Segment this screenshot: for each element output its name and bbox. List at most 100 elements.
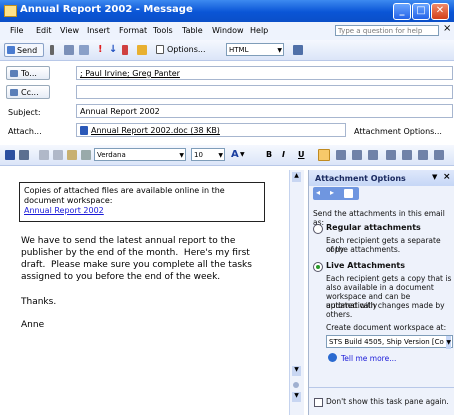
send-button[interactable]: Send (4, 43, 44, 57)
live-desc-5: others. (326, 310, 353, 319)
send-icon (7, 46, 15, 54)
permission-icon[interactable] (137, 45, 147, 55)
attach-label: Attach... (8, 127, 42, 136)
live-desc-1: Each recipient gets a copy that is (326, 274, 452, 283)
bulleted-list-icon[interactable] (402, 150, 412, 160)
menu-bar: File Edit View Insert Format Tools Table… (0, 22, 454, 41)
select-browse-object-icon[interactable] (293, 382, 299, 388)
chevron-down-icon: ▼ (446, 336, 451, 349)
menu-view[interactable]: View (60, 26, 79, 35)
help-question-input[interactable]: Type a question for help (335, 25, 439, 36)
justify-icon[interactable] (368, 150, 378, 160)
home-icon[interactable] (344, 189, 353, 198)
send-label: Send (17, 46, 38, 55)
font-name-select[interactable]: Verdana ▼ (94, 148, 186, 161)
workspace-notice-line1: Copies of attached files are available o… (24, 186, 225, 195)
attachment-link[interactable]: Annual Report 2002.doc (38 KB) (80, 126, 220, 135)
importance-high-icon[interactable]: ! (98, 43, 103, 57)
address-book-icon (10, 70, 18, 77)
toolbar-options-icon[interactable] (293, 45, 303, 55)
workspace-server-value: STS Build 4505, Ship Version [Co (329, 338, 444, 346)
regular-desc-2: of the attachments. (326, 245, 401, 254)
body-scrollbar[interactable]: ▲ ▼ ▼ (289, 170, 304, 415)
message-line-1: We have to send the latest annual report… (21, 236, 236, 246)
address-book-icon[interactable] (64, 45, 74, 55)
options-icon (156, 45, 164, 54)
style-icon[interactable] (81, 150, 91, 160)
subject-field[interactable]: Annual Report 2002 (76, 104, 453, 118)
copy-icon[interactable] (53, 150, 63, 160)
decrease-indent-icon[interactable] (418, 150, 428, 160)
dont-show-label[interactable]: Don't show this task pane again. (326, 397, 449, 406)
menu-tools[interactable]: Tools (153, 26, 173, 35)
live-attachments-label[interactable]: Live Attachments (326, 261, 405, 270)
formatting-toolbar: Verdana ▼ 10 ▼ A ▼ B I U (0, 145, 454, 166)
live-attachments-radio[interactable] (313, 262, 323, 272)
tell-me-more-link[interactable]: Tell me more... (341, 354, 396, 363)
to-label: To... (21, 69, 37, 78)
to-field[interactable]: ; Paul Irvine; Greg Panter (76, 66, 453, 80)
regular-attachments-radio[interactable] (313, 224, 323, 234)
cc-field[interactable] (76, 85, 453, 99)
close-button[interactable]: ✕ (431, 3, 449, 20)
close-document-icon[interactable]: × (443, 23, 451, 34)
cc-label: Cc... (21, 88, 39, 97)
standard-toolbar: Send ! ↓ Options... HTML ▼ (0, 40, 454, 61)
chevron-down-icon[interactable]: ▼ (432, 173, 437, 181)
increase-indent-icon[interactable] (434, 150, 444, 160)
menu-window[interactable]: Window (212, 26, 244, 35)
bold-button[interactable]: B (266, 148, 272, 162)
font-color-icon[interactable]: A (231, 148, 239, 162)
title-bar[interactable]: Annual Report 2002 - Message _ □ ✕ (0, 0, 454, 22)
font-name-value: Verdana (97, 151, 126, 159)
align-center-icon[interactable] (336, 150, 346, 160)
next-page-icon[interactable]: ▼ (292, 392, 301, 402)
scroll-down-icon[interactable]: ▼ (292, 366, 301, 376)
message-line-4: assigned to you before the end of the we… (21, 272, 221, 282)
live-desc-2: also available in a document (326, 283, 434, 292)
options-label: Options... (167, 45, 206, 54)
address-book-icon (10, 89, 18, 96)
align-right-icon[interactable] (352, 150, 362, 160)
underline-button[interactable]: U (298, 148, 305, 162)
follow-up-flag-icon[interactable] (122, 45, 128, 55)
chevron-down-icon[interactable]: ▼ (240, 148, 245, 162)
paste-icon[interactable] (67, 150, 77, 160)
italic-button[interactable]: I (282, 148, 285, 162)
menu-help[interactable]: Help (250, 26, 268, 35)
cut-icon[interactable] (39, 150, 49, 160)
importance-low-icon[interactable]: ↓ (109, 43, 117, 57)
message-line-2: publisher by the end of the month. Here'… (21, 248, 250, 258)
word-document-icon (80, 126, 88, 135)
numbered-list-icon[interactable] (386, 150, 396, 160)
workspace-server-select[interactable]: STS Build 4505, Ship Version [Co ▼ (326, 335, 453, 349)
close-icon[interactable]: × (443, 172, 451, 182)
attachment-options-link[interactable]: Attachment Options... (354, 127, 442, 136)
menu-table[interactable]: Table (182, 26, 203, 35)
attachment-field[interactable]: Annual Report 2002.doc (38 KB) (76, 123, 346, 137)
menu-file[interactable]: File (10, 26, 23, 35)
menu-edit[interactable]: Edit (36, 26, 52, 35)
menu-insert[interactable]: Insert (87, 26, 110, 35)
options-button[interactable]: Options... (155, 43, 215, 57)
cc-button[interactable]: Cc... (6, 85, 50, 99)
attach-file-icon[interactable] (50, 45, 54, 55)
font-size-select[interactable]: 10 ▼ (191, 148, 225, 161)
workspace-link[interactable]: Annual Report 2002 (24, 206, 260, 216)
save-icon[interactable] (5, 150, 15, 160)
create-workspace-label: Create document workspace at: (326, 323, 447, 332)
forward-icon[interactable]: ▸ (330, 188, 334, 197)
message-format-select[interactable]: HTML ▼ (226, 43, 284, 56)
align-left-icon[interactable] (318, 149, 330, 161)
maximize-button[interactable]: □ (412, 3, 430, 20)
scroll-up-icon[interactable]: ▲ (292, 172, 301, 182)
menu-format[interactable]: Format (119, 26, 147, 35)
back-icon[interactable]: ◂ (316, 188, 320, 197)
dont-show-checkbox[interactable] (314, 398, 323, 407)
to-button[interactable]: To... (6, 66, 50, 80)
print-icon[interactable] (19, 150, 29, 160)
live-desc-4: updated with changes made by (326, 301, 445, 310)
minimize-button[interactable]: _ (393, 3, 411, 20)
check-names-icon[interactable] (79, 45, 89, 55)
regular-attachments-label[interactable]: Regular attachments (326, 223, 421, 232)
